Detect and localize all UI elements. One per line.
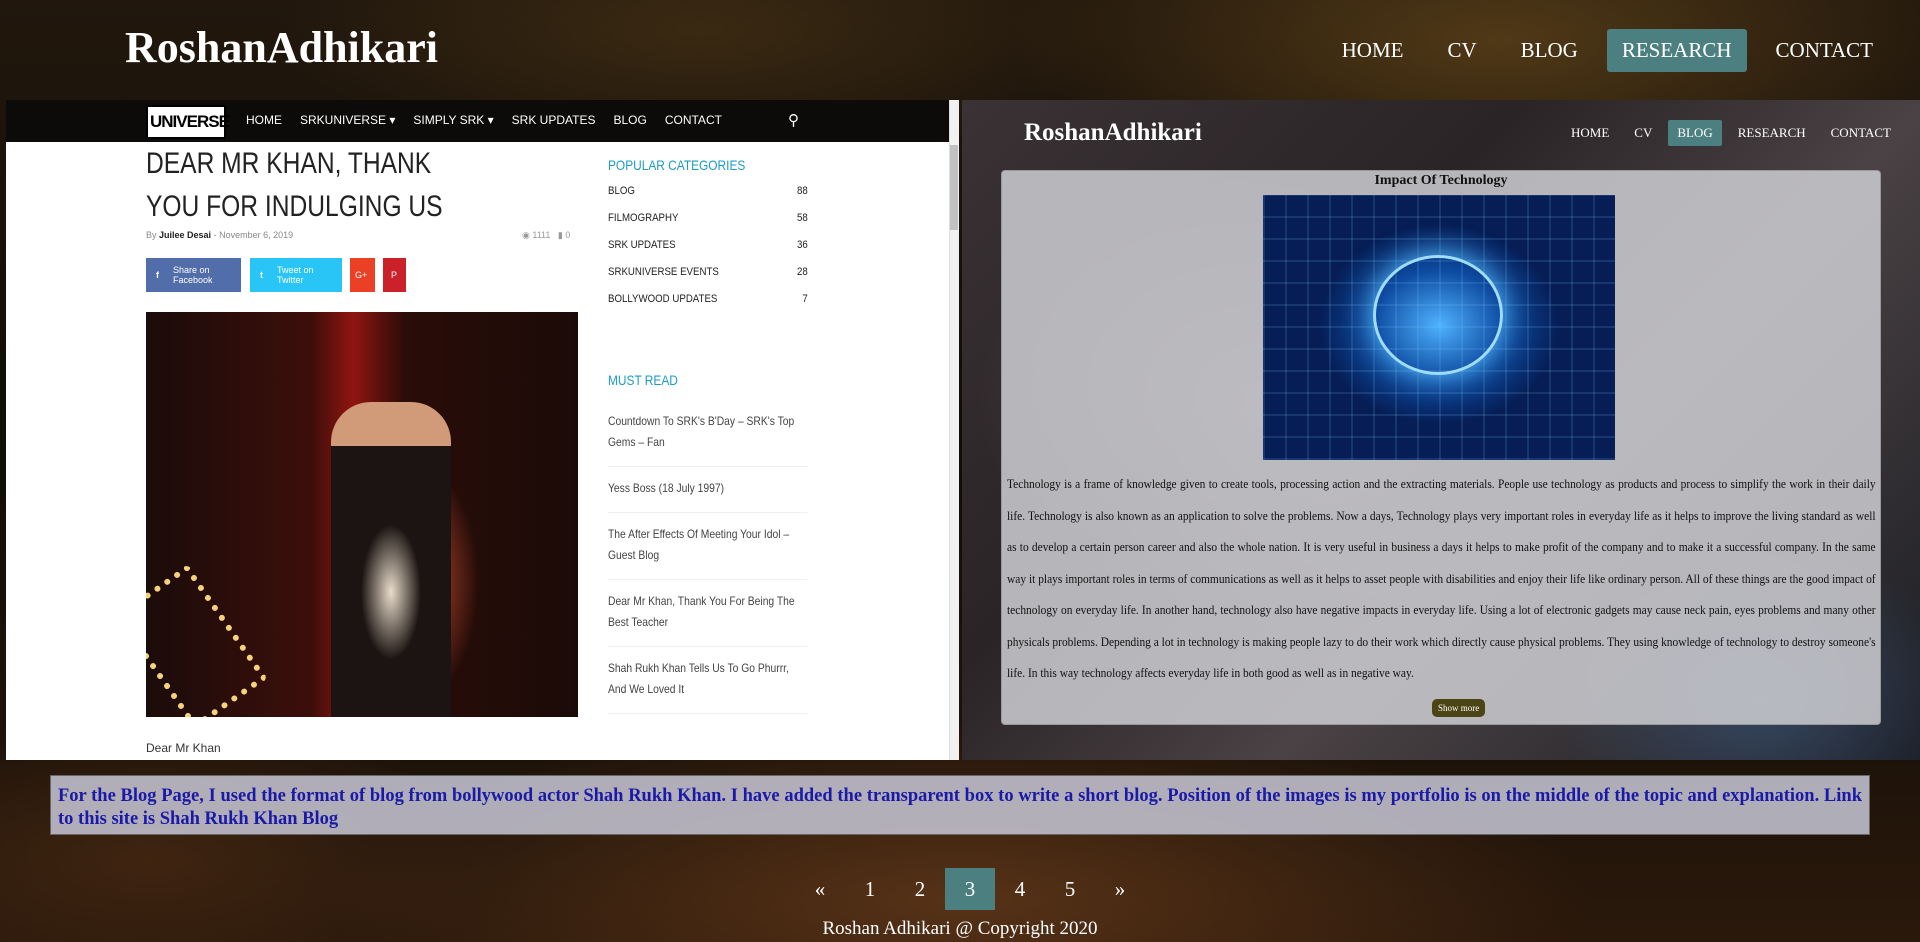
- portfolio-nav: HOME CV BLOG RESEARCH CONTACT: [1555, 120, 1900, 146]
- page-2[interactable]: 2: [895, 868, 945, 910]
- srk-menu-item: HOME: [246, 113, 282, 127]
- scrollbar-thumb: [950, 145, 958, 230]
- views-count: 1111: [532, 230, 551, 240]
- share-googleplus-button: G+: [350, 258, 375, 292]
- comments-count: 0: [565, 230, 571, 240]
- performer-figure: [331, 402, 451, 717]
- category-item: SRKUNIVERSE EVENTS 28: [608, 266, 808, 293]
- category-count: 36: [796, 239, 808, 251]
- srk-menu-item: BLOG: [613, 113, 647, 127]
- eye-icon: ◉: [522, 230, 530, 240]
- nav-home[interactable]: HOME: [1327, 29, 1419, 72]
- pagination: « 1 2 3 4 5 »: [795, 868, 1145, 910]
- srk-menu-item: SRK UPDATES: [511, 113, 596, 127]
- must-read-item: Dear Mr Khan, Thank You For Being The Be…: [608, 580, 808, 647]
- google-plus-icon: G+: [355, 270, 368, 280]
- must-read-heading: MUST READ: [608, 372, 678, 388]
- srk-article-title: DEAR MR KHAN, THANK YOU FOR INDULGING US: [146, 147, 443, 223]
- page-3-current[interactable]: 3: [945, 868, 995, 910]
- must-read-item: Countdown To SRK's B'Day – SRK's Top Gem…: [608, 400, 808, 467]
- srk-menu: HOME SRKUNIVERSE ▾ SIMPLY SRK ▾ SRK UPDA…: [246, 113, 740, 127]
- category-name: SRKUNIVERSE EVENTS: [608, 266, 719, 278]
- srk-menu-item: SRKUNIVERSE ▾: [300, 113, 396, 127]
- twitter-icon: t: [260, 270, 263, 280]
- srk-sidebar: POPULAR CATEGORIES BLOG 88 FILMOGRAPHY 58 …: [608, 157, 808, 714]
- page-5[interactable]: 5: [1045, 868, 1095, 910]
- meta-date: - November 6, 2019: [213, 230, 294, 240]
- share-twitter-button: t Tweet on Twitter: [250, 258, 342, 292]
- meta-author: Juilee Desai: [159, 230, 212, 240]
- category-name: BOLLYWOOD UPDATES: [608, 293, 718, 305]
- nav-cv[interactable]: CV: [1432, 29, 1491, 72]
- category-item: FILMOGRAPHY 58: [608, 212, 808, 239]
- share-pinterest-button: P: [383, 258, 406, 292]
- portfolio-nav-item: CONTACT: [1830, 125, 1891, 140]
- share-facebook-button: f Share on Facebook: [146, 258, 241, 292]
- srk-logo: UNIVERSE: [146, 105, 230, 139]
- footer-copyright: Roshan Adhikari @ Copyright 2020: [822, 918, 1098, 939]
- blog-transparent-box: Impact Of Technology Technology is a fra…: [1001, 170, 1881, 725]
- srk-blog-screenshot: UNIVERSE HOME SRKUNIVERSE ▾ SIMPLY SRK ▾…: [6, 100, 959, 760]
- page-1[interactable]: 1: [845, 868, 895, 910]
- screenshot-scrollbar: [949, 100, 959, 760]
- nav-contact[interactable]: CONTACT: [1761, 29, 1888, 72]
- blog-body-text: Technology is a frame of knowledge given…: [1007, 477, 1876, 680]
- blog-box-title: Impact Of Technology: [1374, 173, 1508, 188]
- srk-article-photo: [146, 312, 578, 717]
- category-count: 88: [796, 185, 808, 197]
- portfolio-nav-item: HOME: [1571, 125, 1610, 140]
- facebook-icon: f: [156, 270, 159, 280]
- category-item: BOLLYWOOD UPDATES 7: [608, 293, 808, 320]
- srk-header: UNIVERSE HOME SRKUNIVERSE ▾ SIMPLY SRK ▾…: [6, 100, 959, 142]
- nav-research[interactable]: RESEARCH: [1606, 29, 1747, 72]
- show-more-button: Show more: [1432, 699, 1486, 717]
- category-item: SRK UPDATES 36: [608, 239, 808, 266]
- category-name: FILMOGRAPHY: [608, 212, 679, 224]
- brain-icon: [1373, 255, 1503, 375]
- meta-by: By: [146, 230, 157, 240]
- share-facebook-label: Share on Facebook: [173, 265, 213, 285]
- pagination-next[interactable]: »: [1095, 868, 1145, 910]
- category-name: BLOG: [608, 185, 635, 197]
- popular-categories-heading: POPULAR CATEGORIES: [608, 157, 746, 173]
- technology-brain-image: [1263, 195, 1615, 460]
- nav-blog[interactable]: BLOG: [1506, 29, 1593, 72]
- srk-article-caption: Dear Mr Khan: [146, 741, 221, 755]
- srk-article-stats: ◉ 1111 ▮ 0: [522, 230, 570, 241]
- srk-blog-link[interactable]: Shah Rukh Khan Blog: [160, 809, 338, 829]
- category-item: BLOG 88: [608, 185, 808, 212]
- search-icon: ⚲: [788, 113, 799, 129]
- description-box: For the Blog Page, I used the format of …: [50, 775, 1870, 835]
- srk-article-meta: By Juilee Desai - November 6, 2019: [146, 230, 293, 240]
- category-count: 7: [802, 293, 808, 305]
- marquee-lights: [146, 563, 269, 717]
- must-read-item: Shah Rukh Khan Tells Us To Go Phurrr, An…: [608, 647, 808, 714]
- category-count: 28: [796, 266, 808, 278]
- site-logo[interactable]: RoshanAdhikari: [125, 22, 438, 73]
- must-read-item: The After Effects Of Meeting Your Idol –…: [608, 513, 808, 580]
- portfolio-nav-item: RESEARCH: [1737, 125, 1806, 140]
- portfolio-logo: RoshanAdhikari: [1024, 119, 1202, 146]
- category-name: SRK UPDATES: [608, 239, 676, 251]
- portfolio-blog-screenshot: RoshanAdhikari HOME CV BLOG RESEARCH CON…: [962, 100, 1920, 760]
- comment-icon: ▮: [557, 230, 563, 240]
- pagination-prev[interactable]: «: [795, 868, 845, 910]
- category-count: 58: [796, 212, 808, 224]
- portfolio-nav-item: CV: [1634, 125, 1653, 140]
- pinterest-icon: P: [391, 270, 398, 280]
- page-4[interactable]: 4: [995, 868, 1045, 910]
- share-twitter-label: Tweet on Twitter: [277, 265, 314, 285]
- portfolio-nav-item-active: BLOG: [1668, 120, 1722, 146]
- srk-menu-item: SIMPLY SRK ▾: [413, 113, 494, 127]
- must-read-item: Yess Boss (18 July 1997): [608, 467, 808, 513]
- main-nav: HOME CV BLOG RESEARCH CONTACT: [1313, 29, 1888, 72]
- srk-menu-item: CONTACT: [664, 113, 722, 127]
